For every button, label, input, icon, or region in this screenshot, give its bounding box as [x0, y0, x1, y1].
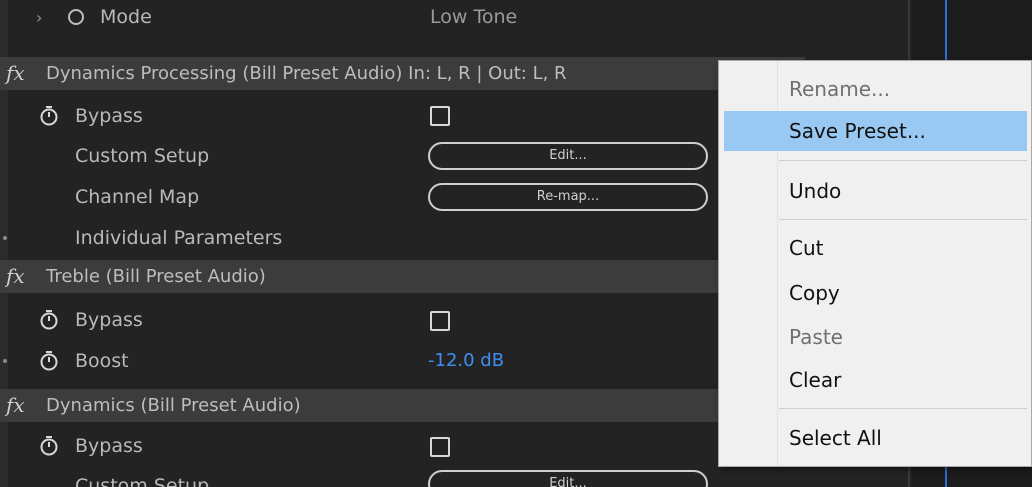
chevron-right-icon[interactable]: ›	[36, 8, 42, 27]
menu-item-label: Copy	[789, 281, 840, 305]
edit-button[interactable]: Edit...	[428, 142, 708, 170]
expand-dot-icon[interactable]	[3, 359, 7, 363]
keyframe-toggle-icon[interactable]	[68, 9, 84, 25]
effect-header-dynamics-processing[interactable]: fx Dynamics Processing (Bill Preset Audi…	[0, 57, 805, 90]
menu-item-undo[interactable]: Undo	[719, 171, 1031, 211]
individual-parameters-label: Individual Parameters	[75, 227, 283, 249]
mode-value[interactable]: Low Tone	[430, 0, 517, 34]
menu-item-save-preset[interactable]: Save Preset...	[724, 111, 1027, 151]
menu-item-select-all[interactable]: Select All	[719, 418, 1031, 458]
stopwatch-icon[interactable]	[38, 104, 60, 126]
menu-item-copy[interactable]: Copy	[719, 273, 1031, 313]
bypass-checkbox[interactable]	[430, 437, 450, 457]
expand-dot-icon[interactable]	[3, 236, 7, 240]
effect-title: Treble (Bill Preset Audio)	[46, 266, 266, 287]
fx-icon[interactable]: fx	[6, 57, 25, 90]
bypass-checkbox[interactable]	[430, 106, 450, 126]
custom-setup-label: Custom Setup	[75, 475, 210, 487]
menu-item-label: Select All	[789, 426, 882, 450]
context-menu: Rename... Save Preset... Undo Cut Copy P…	[718, 60, 1032, 467]
effect-header-dynamics[interactable]: fx Dynamics (Bill Preset Audio)	[0, 389, 805, 422]
menu-item-label: Cut	[789, 236, 824, 260]
stopwatch-icon[interactable]	[38, 434, 60, 456]
menu-item-rename[interactable]: Rename...	[719, 69, 1031, 109]
menu-item-label: Paste	[789, 325, 843, 349]
boost-label: Boost	[75, 350, 129, 372]
channel-map-label: Channel Map	[75, 186, 200, 208]
menu-separator	[779, 219, 1027, 220]
menu-item-label: Rename...	[789, 77, 891, 101]
menu-item-label: Undo	[789, 179, 842, 203]
bypass-label: Bypass	[75, 309, 143, 331]
effect-title: Dynamics Processing (Bill Preset Audio) …	[46, 63, 567, 84]
menu-item-paste[interactable]: Paste	[719, 317, 1031, 357]
menu-item-label: Clear	[789, 368, 842, 392]
custom-setup-label: Custom Setup	[75, 145, 210, 167]
stopwatch-icon[interactable]	[38, 349, 60, 371]
remap-button[interactable]: Re-map...	[428, 183, 708, 211]
boost-value[interactable]: -12.0 dB	[428, 341, 504, 381]
menu-separator	[779, 160, 1027, 161]
menu-item-label: Save Preset...	[789, 119, 926, 143]
fx-icon[interactable]: fx	[6, 389, 25, 422]
menu-separator	[779, 408, 1027, 409]
bypass-checkbox[interactable]	[430, 311, 450, 331]
mode-row: › Mode Low Tone	[0, 0, 912, 34]
menu-item-cut[interactable]: Cut	[719, 228, 1031, 268]
effect-title: Dynamics (Bill Preset Audio)	[46, 395, 301, 416]
edit-button[interactable]: Edit...	[428, 470, 708, 487]
effect-header-treble[interactable]: fx Treble (Bill Preset Audio)	[0, 260, 805, 293]
bypass-label: Bypass	[75, 105, 143, 127]
stopwatch-icon[interactable]	[38, 308, 60, 330]
menu-item-clear[interactable]: Clear	[719, 360, 1031, 400]
mode-label: Mode	[100, 6, 152, 28]
custom-setup-row: Custom Setup Edit...	[0, 466, 912, 487]
bypass-label: Bypass	[75, 435, 143, 457]
fx-icon[interactable]: fx	[6, 260, 25, 293]
